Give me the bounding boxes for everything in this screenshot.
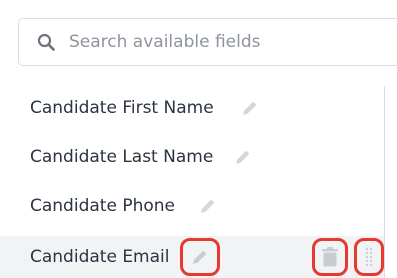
list-scroll-edge bbox=[384, 86, 385, 278]
search-icon bbox=[37, 33, 55, 51]
field-label: Candidate Phone bbox=[30, 196, 175, 216]
field-label: Candidate First Name bbox=[30, 98, 214, 118]
field-row-candidate-last-name[interactable]: Candidate Last Name bbox=[18, 139, 384, 175]
search-input[interactable] bbox=[69, 29, 389, 55]
field-row-candidate-email[interactable]: Candidate Email bbox=[0, 236, 384, 278]
field-label: Candidate Last Name bbox=[30, 147, 214, 167]
trash-icon[interactable] bbox=[321, 247, 339, 267]
drag-handle-icon[interactable] bbox=[364, 246, 374, 268]
pencil-icon[interactable] bbox=[240, 98, 260, 118]
field-row-candidate-phone[interactable]: Candidate Phone bbox=[18, 188, 384, 224]
search-box[interactable] bbox=[18, 18, 397, 66]
field-picker-panel: Candidate First Name Candidate Last Name… bbox=[0, 0, 397, 278]
field-label: Candidate Email bbox=[30, 247, 170, 267]
pencil-icon[interactable] bbox=[198, 196, 218, 216]
field-row-candidate-first-name[interactable]: Candidate First Name bbox=[18, 90, 384, 126]
pencil-icon[interactable] bbox=[190, 247, 210, 267]
pencil-icon[interactable] bbox=[233, 147, 253, 167]
